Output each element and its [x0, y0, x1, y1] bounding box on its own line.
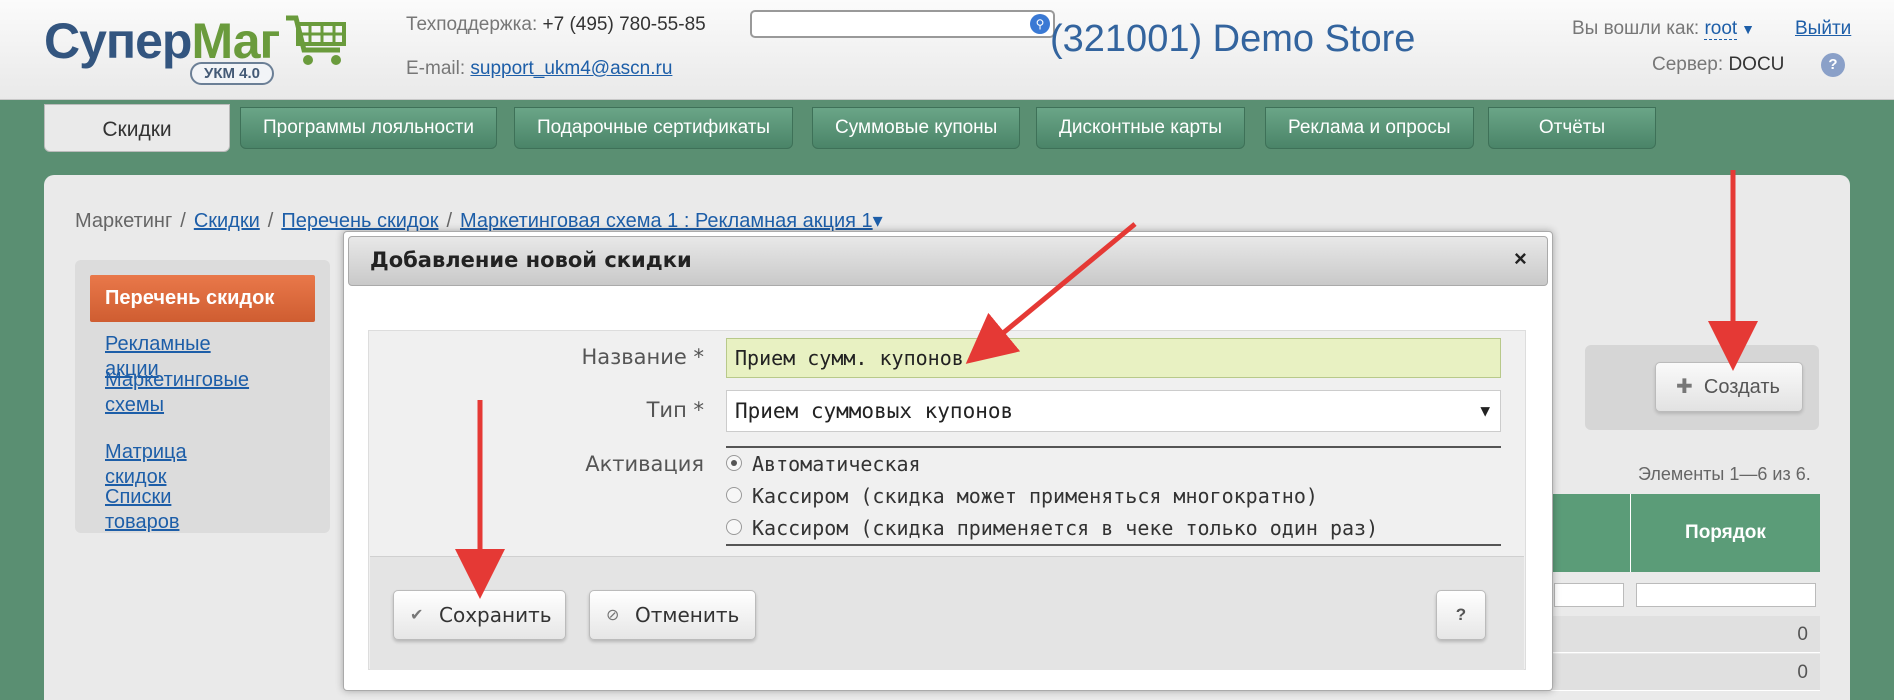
save-button[interactable]: ✔ Сохранить — [393, 590, 566, 640]
store-name: (321001) Demo Store — [1050, 18, 1416, 60]
app-header: СуперМаг УКМ 4.0 Техподдержка: +7 (495) … — [0, 0, 1894, 100]
sidebar-item-product-lists[interactable]: Списки товаров — [105, 485, 179, 535]
radio-unchecked-icon — [726, 518, 742, 535]
plus-icon: ✚ — [1676, 376, 1693, 398]
help-button[interactable]: ? — [1436, 590, 1486, 640]
sidebar-item-discount-matrix[interactable]: Матрица скидок — [105, 440, 187, 490]
grid-filter-input[interactable] — [1554, 583, 1624, 607]
breadcrumb-root: Маркетинг — [75, 210, 173, 232]
breadcrumb-discounts[interactable]: Скидки — [194, 210, 260, 232]
radio-checked-icon — [726, 454, 742, 471]
close-icon[interactable]: × — [1514, 246, 1527, 272]
radio-cashier-once[interactable]: Кассиром (скидка применяется в чеке толь… — [726, 516, 1378, 540]
chevron-down-icon: ▼ — [1480, 401, 1490, 420]
cart-icon — [286, 15, 346, 65]
email-link[interactable]: support_ukm4@ascn.ru — [470, 58, 672, 79]
type-label: Тип * — [646, 398, 704, 422]
search-input[interactable]: ⚲ — [750, 10, 1055, 38]
order-cell: 0 — [1797, 662, 1808, 683]
grid-header-order[interactable]: Порядок — [1630, 494, 1820, 572]
pagination-summary: Элементы 1—6 из 6. — [1638, 464, 1811, 484]
activation-label: Активация — [585, 452, 704, 476]
divider — [726, 446, 1501, 448]
version-badge: УКМ 4.0 — [190, 62, 275, 85]
user-menu[interactable]: root — [1704, 18, 1738, 40]
logo: СуперМаг УКМ 4.0 — [44, 12, 354, 92]
breadcrumb-discount-list[interactable]: Перечень скидок — [281, 210, 438, 232]
help-icon[interactable]: ? — [1821, 53, 1845, 77]
check-icon: ✔ — [410, 605, 424, 624]
type-select[interactable]: Прием суммовых купонов ▼ — [726, 390, 1501, 432]
create-button[interactable]: ✚ Создать — [1655, 362, 1803, 412]
search-icon[interactable]: ⚲ — [1030, 14, 1050, 34]
divider — [726, 544, 1501, 546]
tab-sum-coupons[interactable]: Суммовые купоны — [812, 107, 1021, 149]
tab-loyalty[interactable]: Программы лояльности — [240, 107, 497, 149]
name-label: Название * — [581, 345, 704, 369]
order-cell: 0 — [1797, 624, 1808, 645]
tab-discount-cards[interactable]: Дисконтные карты — [1036, 107, 1246, 149]
logout-link[interactable]: Выйти — [1795, 18, 1851, 40]
server-info: Сервер: DOCU — [1652, 54, 1785, 75]
support-email: E-mail: support_ukm4@ascn.ru — [406, 58, 673, 79]
breadcrumb: Маркетинг / Скидки / Перечень скидок / Маркети… — [75, 210, 883, 232]
breadcrumb-scheme[interactable]: Маркетинговая схема 1 : Рекламная акция … — [460, 210, 873, 232]
name-field[interactable]: Прием сумм. купонов — [726, 338, 1501, 378]
dialog-title: Добавление новой скидки — [370, 248, 692, 272]
radio-auto[interactable]: Автоматическая — [726, 452, 921, 476]
login-info: Вы вошли как: root ▼ — [1572, 18, 1755, 40]
chevron-down-icon: ▾ — [872, 210, 883, 232]
cancel-icon: ⊘ — [606, 605, 620, 624]
sidebar-item-marketing-schemes[interactable]: Маркетинговые схемы — [105, 368, 285, 418]
sidebar-item-discount-list[interactable]: Перечень скидок — [90, 275, 315, 322]
grid-filter-order[interactable] — [1636, 583, 1816, 607]
tab-gift-certificates[interactable]: Подарочные сертификаты — [514, 107, 794, 149]
tab-reports[interactable]: Отчёты — [1488, 107, 1656, 149]
radio-unchecked-icon — [726, 486, 742, 503]
cancel-button[interactable]: ⊘ Отменить — [589, 590, 756, 640]
support-info: Техподдержка: +7 (495) 780-55-85 — [406, 14, 706, 35]
tab-ads-surveys[interactable]: Реклама и опросы — [1265, 107, 1474, 149]
tab-discounts[interactable]: Скидки — [44, 104, 230, 152]
support-phone: +7 (495) 780-55-85 — [542, 14, 706, 35]
radio-cashier-multi[interactable]: Кассиром (скидка может применяться много… — [726, 484, 1318, 508]
